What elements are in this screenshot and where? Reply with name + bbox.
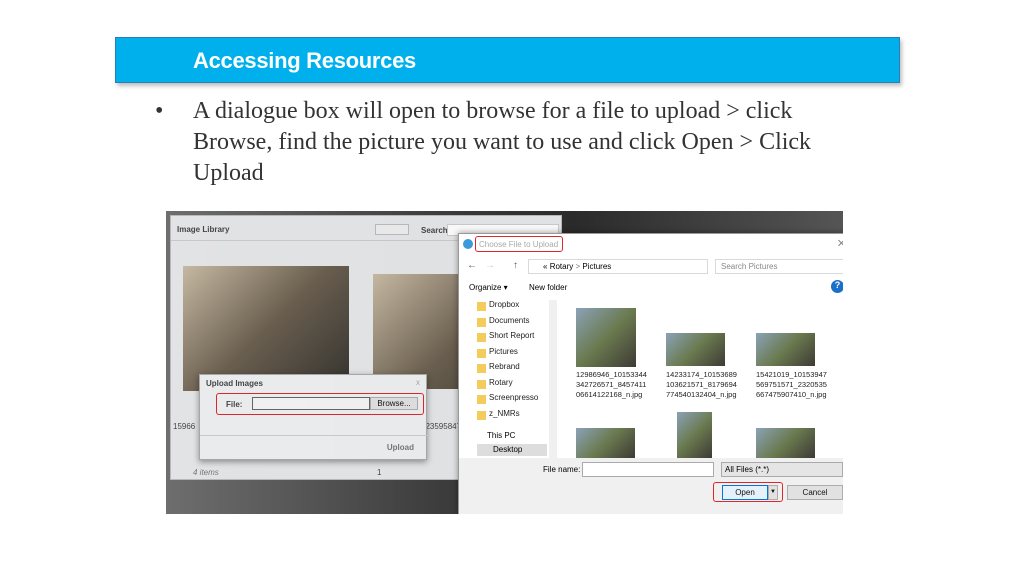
help-icon[interactable]: ?: [831, 280, 843, 293]
upload-button[interactable]: Upload: [387, 443, 414, 452]
divider: [200, 435, 428, 436]
file-thumbnail[interactable]: [756, 333, 815, 366]
breadcrumb-overflow: «: [543, 262, 548, 271]
open-dropdown-icon[interactable]: ▼: [768, 485, 778, 500]
bullet-text: A dialogue box will open to browse for a…: [193, 98, 812, 186]
search-pictures-input[interactable]: Search Pictures: [715, 259, 843, 274]
nav-sidebar: Dropbox Documents Short Report Pictures …: [467, 300, 547, 424]
file-thumbnail[interactable]: [677, 412, 712, 458]
items-count: 4 items: [193, 468, 219, 477]
file-name[interactable]: 14233174_10153689103621571_8179694774540…: [666, 370, 738, 400]
dialog-title: Choose File to Upload: [479, 240, 559, 249]
nav-item[interactable]: Rebrand: [467, 362, 547, 378]
choose-file-dialog: Choose File to Upload ✕ ← → ↑ « Rotary >…: [458, 233, 843, 514]
file-thumbnail[interactable]: [576, 428, 635, 458]
breadcrumb-pictures[interactable]: Pictures: [582, 262, 611, 271]
page-number[interactable]: 1: [377, 468, 381, 477]
close-icon[interactable]: x: [416, 378, 420, 387]
screenshot: Image Library Search: 15966 7235958477 4…: [166, 211, 843, 514]
nav-item[interactable]: z_NMRs: [467, 409, 547, 425]
new-folder-button[interactable]: New folder: [529, 283, 567, 292]
breadcrumb-rotary[interactable]: Rotary: [550, 262, 574, 271]
library-title: Image Library: [177, 225, 230, 234]
upload-title: Upload Images: [206, 379, 263, 388]
up-icon[interactable]: ↑: [513, 260, 518, 271]
slide-header: Accessing Resources: [115, 37, 900, 83]
file-name-label: File name:: [543, 465, 581, 474]
file-name[interactable]: 15421019_10153947569751571_2320535667475…: [756, 370, 828, 400]
library-photo[interactable]: [183, 266, 349, 391]
forward-icon[interactable]: →: [485, 260, 495, 271]
file-thumbnail[interactable]: [576, 308, 636, 367]
bullet-marker: •: [155, 98, 164, 124]
library-filename: 15966: [173, 422, 196, 431]
address-bar[interactable]: « Rotary > Pictures: [528, 259, 708, 274]
nav-this-pc[interactable]: This PC: [487, 431, 515, 440]
slide-title: Accessing Resources: [193, 48, 416, 73]
nav-item[interactable]: Rotary: [467, 378, 547, 394]
upload-images-dialog: Upload Images x File: Browse... Upload: [199, 374, 428, 460]
file-thumbnail[interactable]: [756, 428, 815, 458]
back-icon[interactable]: ←: [467, 260, 477, 271]
open-button[interactable]: Open: [722, 485, 768, 500]
nav-item[interactable]: Pictures: [467, 347, 547, 363]
organize-button[interactable]: Organize ▾: [469, 283, 508, 292]
view-buttons[interactable]: [375, 224, 409, 235]
file-type-select[interactable]: All Files (*.*): [721, 462, 843, 477]
breadcrumb-sep: >: [575, 262, 581, 271]
file-label: File:: [226, 400, 243, 409]
browse-button[interactable]: Browse...: [370, 397, 418, 410]
file-name[interactable]: 12986946_10153344342726571_8457411066141…: [576, 370, 648, 400]
nav-item[interactable]: Dropbox: [467, 300, 547, 316]
file-thumbnail[interactable]: [666, 333, 725, 366]
ie-icon: [463, 239, 473, 249]
nav-item[interactable]: Screenpresso: [467, 393, 547, 409]
nav-desktop[interactable]: Desktop: [477, 444, 547, 456]
cancel-button[interactable]: Cancel: [787, 485, 843, 500]
search-label: Search:: [421, 226, 451, 235]
nav-item[interactable]: Documents: [467, 316, 547, 332]
sidebar-scrollbar[interactable]: [549, 300, 557, 458]
close-icon[interactable]: ✕: [837, 237, 843, 250]
file-name-input[interactable]: [582, 462, 714, 477]
nav-item[interactable]: Short Report: [467, 331, 547, 347]
file-input[interactable]: [252, 397, 370, 410]
